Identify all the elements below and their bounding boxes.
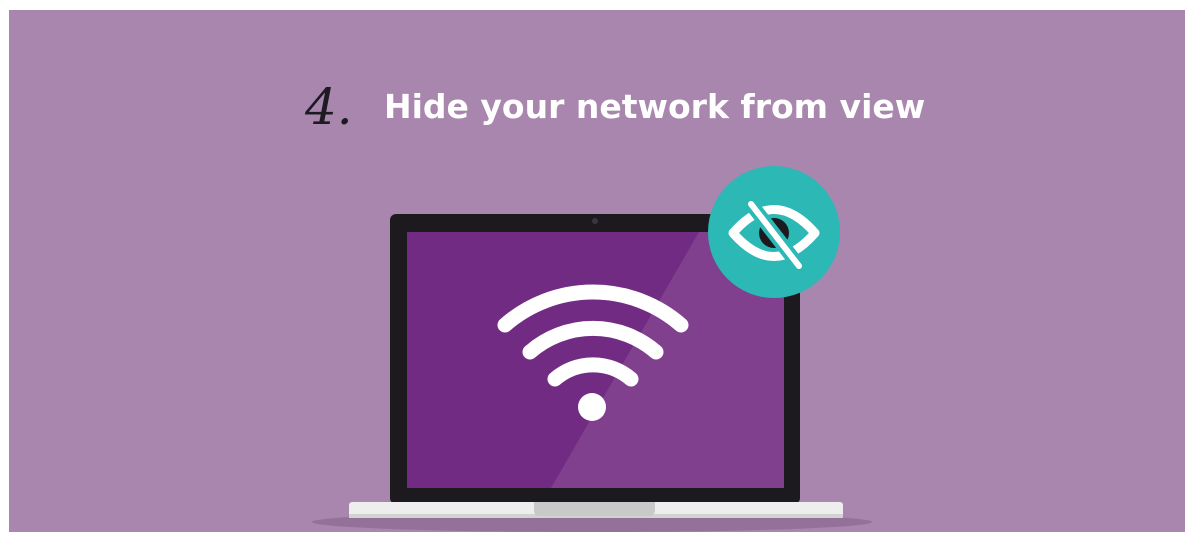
instruction-card: 4. Hide your network from view [9, 10, 1185, 532]
page: 4. Hide your network from view [0, 0, 1192, 533]
wifi-dot [578, 393, 606, 421]
hidden-badge [708, 166, 840, 298]
laptop-notch [534, 502, 655, 516]
step-number: 4. [305, 78, 353, 136]
step-title: Hide your network from view [384, 87, 926, 126]
laptop-camera [592, 218, 598, 224]
